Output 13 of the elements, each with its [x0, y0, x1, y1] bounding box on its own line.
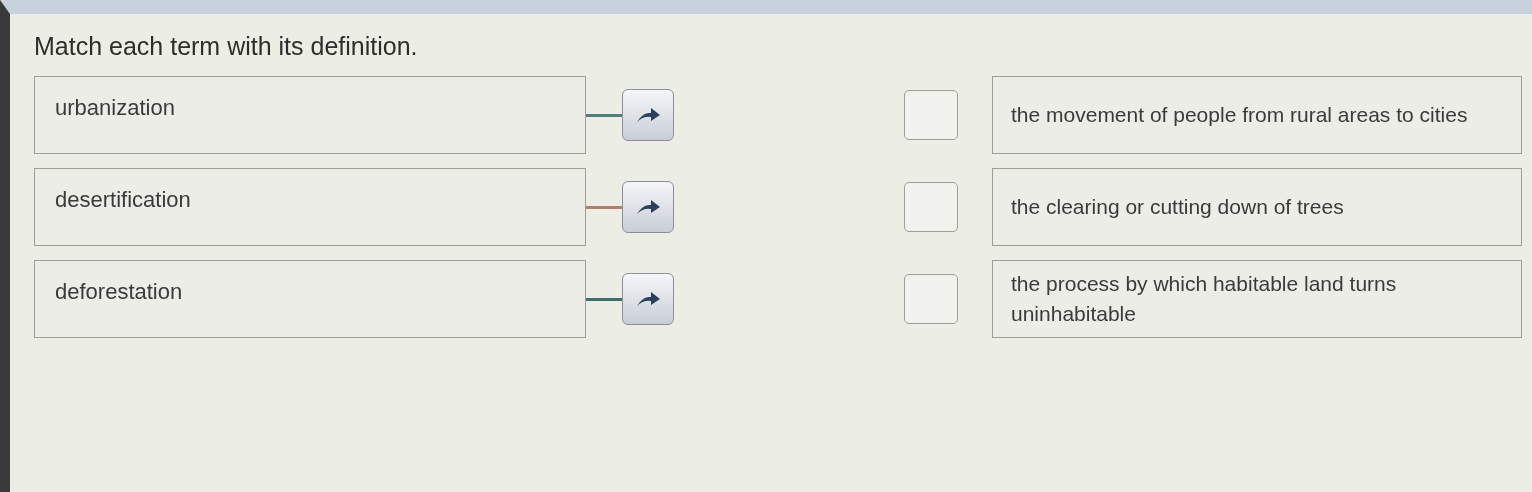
arrow-button[interactable] — [622, 89, 674, 141]
arrow-button[interactable] — [622, 181, 674, 233]
definition-card: the clearing or cutting down of trees — [992, 168, 1522, 246]
term-card[interactable]: desertification — [34, 168, 586, 246]
arrow-icon — [635, 106, 661, 124]
term-card[interactable]: deforestation — [34, 260, 586, 338]
definition-card: the movement of people from rural areas to cities — [992, 76, 1522, 154]
arrow-icon — [635, 290, 661, 308]
definition-card: the process by which habitable land turns uninhabitable — [992, 260, 1522, 338]
question-text: Match each term with its definition. — [34, 32, 419, 61]
term-card[interactable]: urbanization — [34, 76, 586, 154]
arrow-button[interactable] — [622, 273, 674, 325]
arrow-icon — [635, 198, 661, 216]
